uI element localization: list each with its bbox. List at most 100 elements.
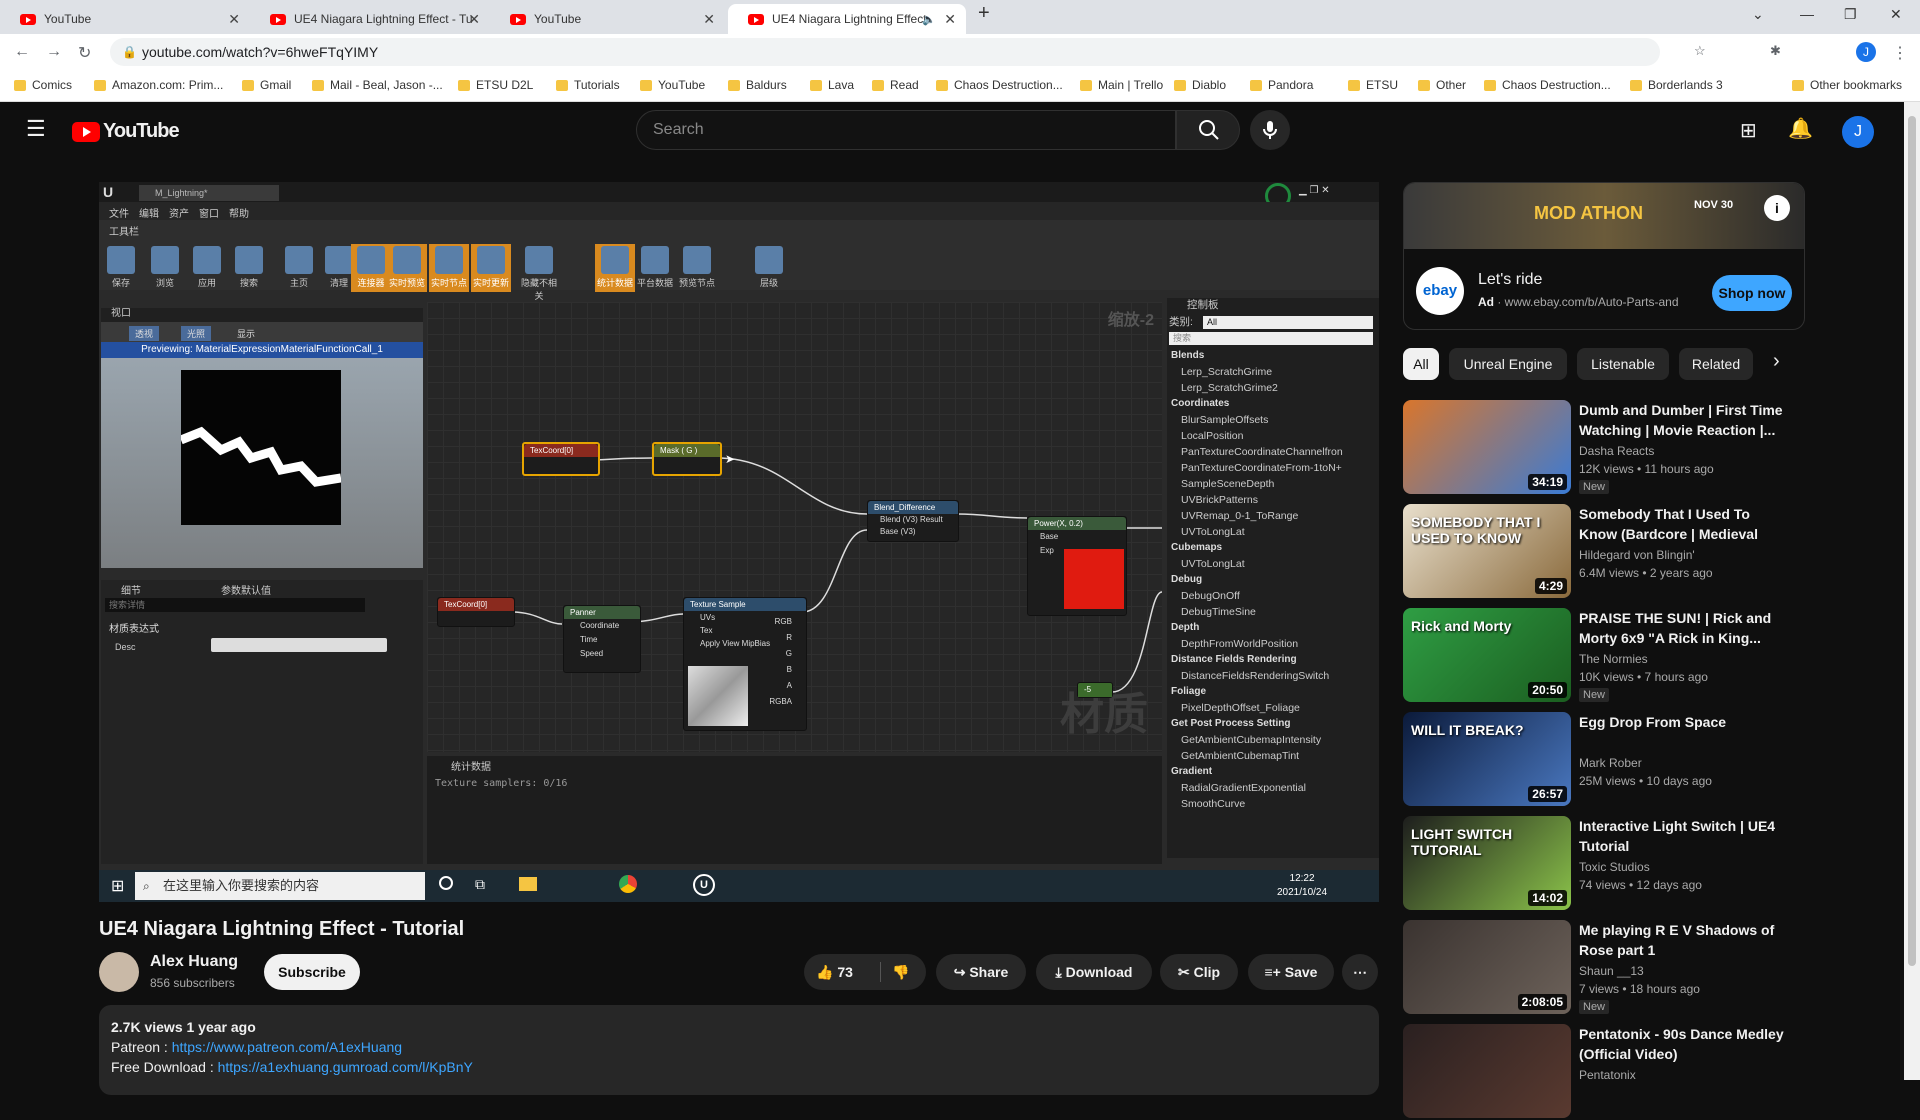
video-channel[interactable]: Toxic Studios bbox=[1579, 860, 1650, 874]
subscribe-button[interactable]: Subscribe bbox=[264, 954, 360, 990]
video-channel[interactable]: Hildegard von Blingin' bbox=[1579, 548, 1695, 562]
close-tab-icon[interactable]: ✕ bbox=[468, 11, 480, 28]
channel-avatar[interactable] bbox=[99, 952, 139, 992]
bookmark-item[interactable]: ETSU D2L bbox=[458, 78, 533, 92]
minimize-button[interactable]: — bbox=[1800, 6, 1814, 22]
video-title[interactable]: Egg Drop From Space bbox=[1579, 712, 1791, 732]
bookmark-item[interactable]: Borderlands 3 bbox=[1630, 78, 1723, 92]
page-scrollbar[interactable] bbox=[1904, 102, 1920, 1080]
chip-unreal-engine[interactable]: Unreal Engine bbox=[1449, 348, 1567, 380]
recommended-video[interactable]: Pentatonix - 90s Dance Medley (Official … bbox=[1403, 1024, 1823, 1120]
bookmark-item[interactable]: Other bookmarks bbox=[1792, 78, 1902, 92]
bookmark-item[interactable]: Gmail bbox=[242, 78, 291, 92]
chip-related[interactable]: Related bbox=[1679, 348, 1753, 380]
new-tab-button[interactable]: + bbox=[978, 2, 990, 25]
video-title[interactable]: Me playing R E V Shadows of Rose part 1 bbox=[1579, 920, 1791, 960]
browser-tab[interactable]: YouTube ✕ bbox=[490, 4, 725, 34]
recommended-video[interactable]: LIGHT SWITCH TUTORIAL 14:02 Interactive Li… bbox=[1403, 816, 1823, 912]
close-tab-icon[interactable]: ✕ bbox=[228, 11, 240, 28]
search-button[interactable] bbox=[1176, 110, 1240, 150]
browser-tab[interactable]: YouTube ✕ bbox=[0, 4, 250, 34]
video-channel[interactable]: Dasha Reacts bbox=[1579, 444, 1654, 458]
video-thumbnail[interactable]: 2:08:05 bbox=[1403, 920, 1571, 1014]
back-icon[interactable]: ← bbox=[14, 43, 30, 61]
account-avatar[interactable]: J bbox=[1842, 116, 1874, 148]
video-channel[interactable]: Shaun __13 bbox=[1579, 964, 1644, 978]
channel-name[interactable]: Alex Huang bbox=[150, 953, 238, 971]
chip-all[interactable]: All bbox=[1403, 348, 1439, 380]
browser-tab-active[interactable]: UE4 Niagara Lightning Effect 🔈 ✕ bbox=[728, 4, 966, 34]
bookmark-item[interactable]: Pandora bbox=[1250, 78, 1313, 92]
video-title[interactable]: Somebody That I Used To Know (Bardcore |… bbox=[1579, 504, 1791, 544]
chip-listenable[interactable]: Listenable bbox=[1577, 348, 1669, 380]
bookmark-item[interactable]: Mail - Beal, Jason -... bbox=[312, 78, 443, 92]
create-video-icon[interactable]: ⊞ bbox=[1740, 118, 1757, 143]
recommended-video[interactable]: 2:08:05 Me playing R E V Shadows of Rose … bbox=[1403, 920, 1823, 1016]
bookmark-item[interactable]: YouTube bbox=[640, 78, 705, 92]
description-box[interactable]: 2.7K views 1 year ago Patreon : https://… bbox=[99, 1005, 1379, 1095]
recommended-video[interactable]: 34:19 Dumb and Dumber | First Time Watchi… bbox=[1403, 400, 1823, 496]
recommended-video[interactable]: Rick and Morty 20:50 PRAISE THE SUN! | Ric… bbox=[1403, 608, 1823, 704]
recommended-video[interactable]: WILL IT BREAK? 26:57 Egg Drop From Space Ma… bbox=[1403, 712, 1823, 808]
video-thumbnail[interactable] bbox=[1403, 1024, 1571, 1118]
save-button[interactable]: ≡+ Save bbox=[1248, 954, 1334, 990]
more-actions-button[interactable]: ⋯ bbox=[1342, 954, 1378, 990]
hamburger-menu-icon[interactable]: ☰ bbox=[26, 116, 46, 142]
url-field[interactable]: 🔒 youtube.com/watch?v=6hweFTqYIMY bbox=[110, 38, 1660, 66]
video-title[interactable]: Interactive Light Switch | UE4 Tutorial bbox=[1579, 816, 1791, 856]
bookmark-item[interactable]: Other bbox=[1418, 78, 1466, 92]
scrollbar-thumb[interactable] bbox=[1908, 116, 1916, 966]
browser-tab[interactable]: UE4 Niagara Lightning Effect - Tu ✕ bbox=[250, 4, 490, 34]
video-thumbnail[interactable]: WILL IT BREAK? 26:57 bbox=[1403, 712, 1571, 806]
youtube-logo[interactable]: YouTube bbox=[72, 120, 180, 143]
video-thumbnail[interactable]: Rick and Morty 20:50 bbox=[1403, 608, 1571, 702]
video-thumbnail[interactable]: 34:19 bbox=[1403, 400, 1571, 494]
download-button[interactable]: ⤓ Download bbox=[1036, 954, 1152, 990]
bookmark-item[interactable]: Read bbox=[872, 78, 919, 92]
bookmark-item[interactable]: Baldurs bbox=[728, 78, 787, 92]
reload-icon[interactable]: ↻ bbox=[78, 43, 91, 63]
close-tab-icon[interactable]: ✕ bbox=[703, 11, 715, 28]
video-channel[interactable]: Mark Rober bbox=[1579, 756, 1642, 770]
bookmark-item[interactable]: Comics bbox=[14, 78, 72, 92]
video-thumbnail[interactable]: SOMEBODY THAT I USED TO KNOW 4:29 bbox=[1403, 504, 1571, 598]
maximize-button[interactable]: ❐ bbox=[1844, 6, 1857, 23]
share-button[interactable]: ↪ Share bbox=[936, 954, 1026, 990]
tab-search-icon[interactable]: ⌄ bbox=[1752, 6, 1764, 23]
search-input[interactable]: Search bbox=[636, 110, 1176, 150]
bookmark-item[interactable]: Main | Trello bbox=[1080, 78, 1163, 92]
patreon-link[interactable]: https://www.patreon.com/A1exHuang bbox=[172, 1039, 402, 1055]
bookmark-item[interactable]: Amazon.com: Prim... bbox=[94, 78, 223, 92]
menu-icon[interactable]: ⋮ bbox=[1892, 43, 1908, 63]
bookmark-item[interactable]: Diablo bbox=[1174, 78, 1226, 92]
free-download-link[interactable]: https://a1exhuang.gumroad.com/l/KpBnY bbox=[218, 1059, 473, 1075]
star-icon[interactable]: ☆ bbox=[1694, 43, 1706, 59]
audio-icon[interactable]: 🔈 bbox=[922, 13, 936, 26]
chevron-right-icon[interactable]: › bbox=[1773, 350, 1780, 373]
video-title[interactable]: Dumb and Dumber | First Time Watching | … bbox=[1579, 400, 1791, 440]
notifications-bell-icon[interactable]: 🔔 bbox=[1788, 116, 1813, 141]
bookmark-item[interactable]: Chaos Destruction... bbox=[936, 78, 1063, 92]
profile-avatar[interactable]: J bbox=[1856, 42, 1876, 62]
shop-now-button[interactable]: Shop now bbox=[1712, 275, 1792, 311]
video-title[interactable]: Pentatonix - 90s Dance Medley (Official … bbox=[1579, 1024, 1791, 1064]
close-window-button[interactable]: ✕ bbox=[1890, 6, 1902, 23]
video-thumbnail[interactable]: LIGHT SWITCH TUTORIAL 14:02 bbox=[1403, 816, 1571, 910]
bookmark-item[interactable]: Tutorials bbox=[556, 78, 620, 92]
bookmark-item[interactable]: Chaos Destruction... bbox=[1484, 78, 1611, 92]
recommended-video[interactable]: SOMEBODY THAT I USED TO KNOW 4:29 Somebody… bbox=[1403, 504, 1823, 600]
bookmark-item[interactable]: Lava bbox=[810, 78, 854, 92]
forward-icon[interactable]: → bbox=[46, 43, 62, 61]
info-icon[interactable]: i bbox=[1764, 195, 1790, 221]
video-player[interactable]: U M_Lightning* ▁ ❐ ✕ 文件 编辑 资产 窗口 帮助 工具栏 保存 浏览… bbox=[99, 182, 1379, 902]
dislike-button[interactable]: 👎 bbox=[892, 954, 909, 990]
close-tab-icon[interactable]: ✕ bbox=[944, 11, 956, 28]
like-button[interactable]: 👍 73 bbox=[816, 964, 853, 980]
video-channel[interactable]: The Normies bbox=[1579, 652, 1648, 666]
bookmark-item[interactable]: ETSU bbox=[1348, 78, 1398, 92]
video-title[interactable]: PRAISE THE SUN! | Rick and Morty 6x9 "A … bbox=[1579, 608, 1791, 648]
clip-button[interactable]: ✂ Clip bbox=[1160, 954, 1238, 990]
ad-card[interactable]: MOD ATHON NOV 30 i ebay Let's ride Ad · … bbox=[1403, 182, 1805, 330]
extensions-icon[interactable]: ✱ bbox=[1770, 43, 1781, 59]
voice-search-button[interactable] bbox=[1250, 110, 1290, 150]
